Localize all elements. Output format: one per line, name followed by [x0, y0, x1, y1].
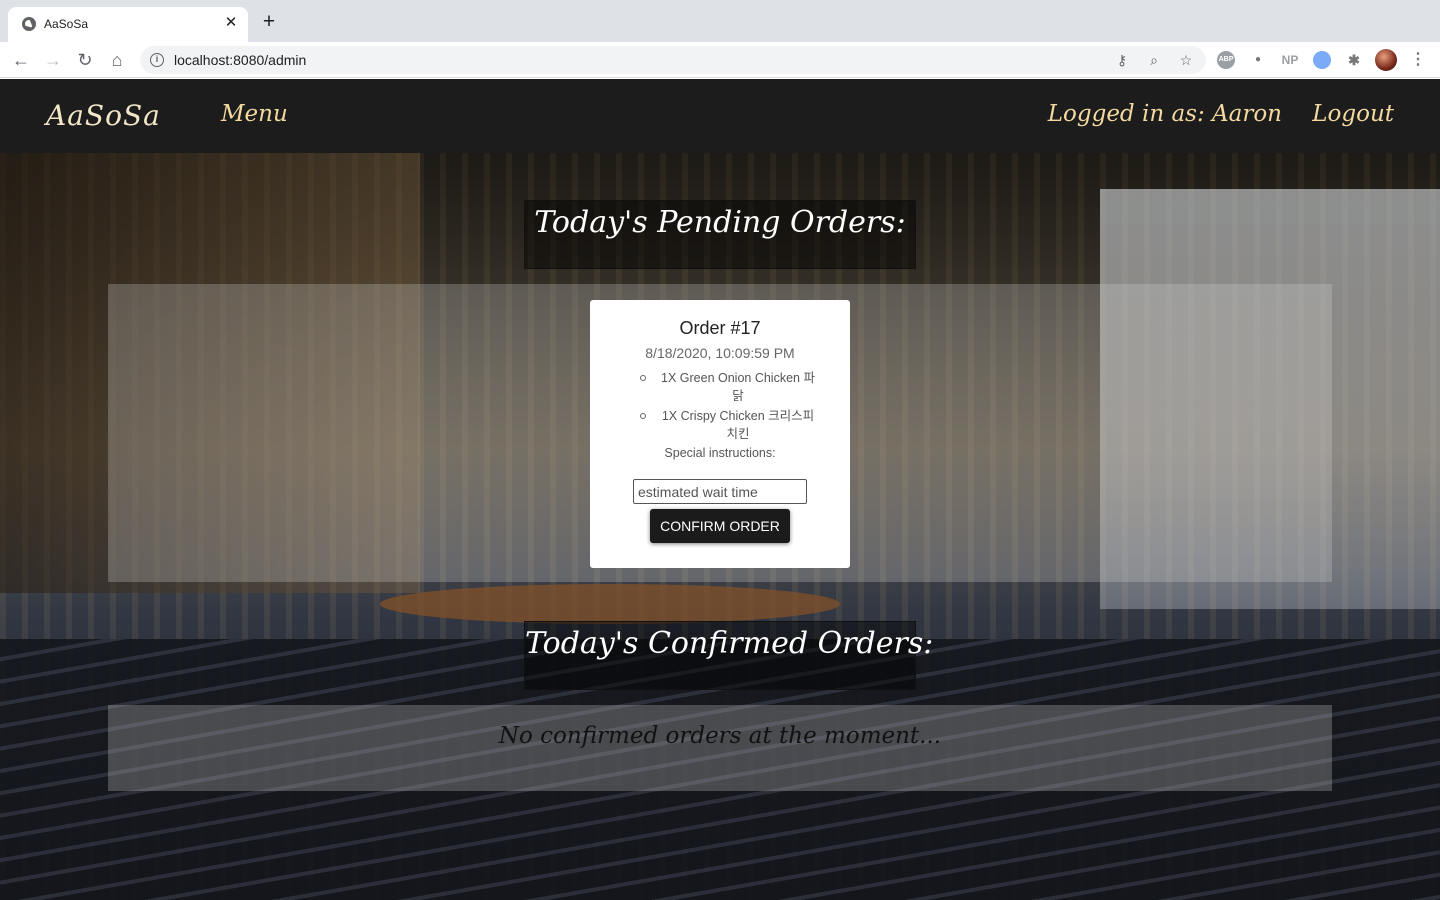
- key-icon[interactable]: ⚷: [1112, 50, 1132, 70]
- order-date: 8/18/2020, 10:09:59 PM: [645, 345, 795, 361]
- confirm-order-button[interactable]: CONFIRM ORDER: [650, 509, 790, 543]
- confirmed-orders-panel: No confirmed orders at the moment...: [108, 705, 1332, 791]
- bullet-icon: [640, 413, 646, 419]
- no-confirmed-orders-message: No confirmed orders at the moment...: [498, 723, 942, 749]
- wait-time-input[interactable]: [633, 479, 807, 504]
- browser-tab[interactable]: AaSoSa ✕: [8, 7, 248, 42]
- page-background: AaSoSa Menu Logged in as: Aaron Logout T…: [0, 79, 1440, 900]
- nav-menu-link[interactable]: Menu: [221, 101, 288, 127]
- back-arrow-icon[interactable]: ←: [9, 48, 33, 72]
- order-title: Order #17: [679, 318, 761, 338]
- logged-in-user: Logged in as: Aaron: [1047, 101, 1282, 127]
- order-item-text: 1X Crispy Chicken 크리스피 치킨: [661, 409, 815, 441]
- reload-icon[interactable]: ↻: [73, 48, 97, 72]
- bullet-icon: [640, 375, 646, 381]
- order-item: 1X Crispy Chicken 크리스피 치킨: [640, 407, 830, 443]
- extension-icon[interactable]: ●: [1249, 51, 1267, 69]
- pending-heading-box: Today's Pending Orders:: [524, 200, 916, 269]
- tab-title: AaSoSa: [44, 17, 89, 31]
- order-item: 1X Green Onion Chicken 파닭: [640, 369, 830, 405]
- confirmed-heading: Today's Confirmed Orders:: [525, 626, 934, 661]
- np-extension-icon[interactable]: NP: [1281, 51, 1299, 69]
- order-item-text: 1X Green Onion Chicken 파닭: [661, 371, 815, 403]
- star-icon[interactable]: ☆: [1176, 50, 1196, 70]
- restaurant-bg-table: [380, 584, 840, 624]
- puzzle-icon[interactable]: ✱: [1345, 51, 1363, 69]
- zoom-icon[interactable]: ⌕: [1144, 50, 1164, 70]
- url-text[interactable]: localhost:8080/admin: [174, 52, 306, 68]
- browser-tabstrip: AaSoSa ✕ +: [0, 0, 1440, 42]
- blue-extension-icon[interactable]: [1313, 51, 1331, 69]
- profile-avatar[interactable]: [1375, 49, 1397, 71]
- confirmed-heading-box: Today's Confirmed Orders:: [524, 621, 934, 690]
- logout-link[interactable]: Logout: [1312, 101, 1394, 127]
- close-icon[interactable]: ✕: [222, 14, 240, 32]
- order-card: Order #17 8/18/2020, 10:09:59 PM 1X Gree…: [590, 300, 850, 568]
- browser-toolbar: ← → ↻ ⌂ i localhost:8080/admin ⚷ ⌕ ☆ ABP…: [0, 42, 1440, 78]
- home-icon[interactable]: ⌂: [105, 48, 129, 72]
- info-icon[interactable]: i: [150, 53, 164, 67]
- forward-arrow-icon[interactable]: →: [41, 48, 65, 72]
- brand-logo[interactable]: AaSoSa: [46, 99, 161, 132]
- site-navbar: AaSoSa Menu Logged in as: Aaron Logout: [0, 79, 1440, 153]
- globe-icon: [22, 17, 36, 31]
- new-tab-icon[interactable]: +: [258, 11, 280, 34]
- special-instructions-label: Special instructions:: [664, 446, 776, 460]
- kebab-menu-icon[interactable]: ⋮: [1409, 51, 1427, 69]
- address-bar[interactable]: i localhost:8080/admin ⚷ ⌕ ☆: [140, 46, 1206, 74]
- adblock-icon[interactable]: ABP: [1217, 51, 1235, 69]
- pending-heading: Today's Pending Orders:: [534, 205, 906, 240]
